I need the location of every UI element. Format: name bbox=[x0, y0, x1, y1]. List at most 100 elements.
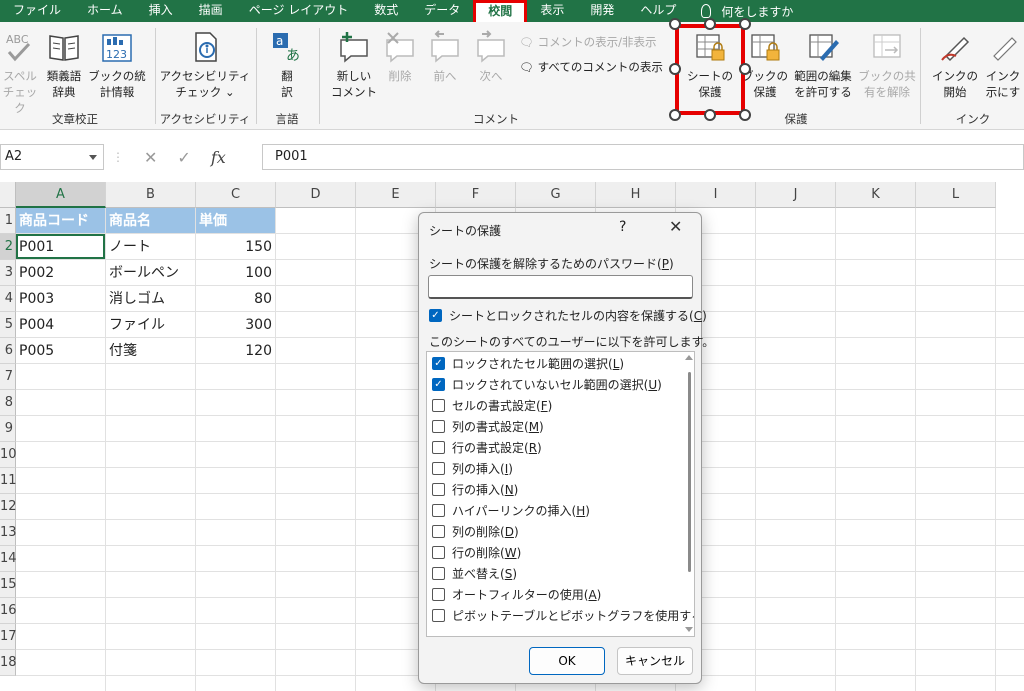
scroll-down-icon[interactable] bbox=[685, 627, 693, 632]
permission-checkbox[interactable]: オートフィルターの使用(A) bbox=[432, 586, 601, 603]
permission-checkbox[interactable]: 列の書式設定(M) bbox=[432, 418, 544, 435]
select-all-corner[interactable] bbox=[0, 182, 16, 208]
row-header[interactable]: 10 bbox=[0, 442, 17, 468]
table-header-cell[interactable]: 単価 bbox=[196, 208, 275, 233]
table-cell[interactable]: 80 bbox=[196, 286, 275, 311]
hide-ink-button[interactable]: インク 示にす bbox=[982, 30, 1024, 100]
protect-sheet-button[interactable]: シートの 保護 bbox=[678, 30, 742, 100]
table-header-cell[interactable]: 商品名 bbox=[106, 208, 195, 233]
permission-checkbox[interactable]: 行の削除(W) bbox=[432, 544, 521, 561]
protect-contents-checkbox[interactable]: ✓ シートとロックされたセルの内容を保護する(C) bbox=[429, 307, 707, 324]
tab-data[interactable]: データ bbox=[411, 0, 473, 22]
table-cell[interactable]: 付箋 bbox=[106, 338, 195, 363]
start-inking-button[interactable]: インクの 開始 bbox=[930, 30, 980, 100]
close-icon[interactable]: ✕ bbox=[669, 217, 682, 236]
tab-file[interactable]: ファイル bbox=[0, 0, 74, 22]
table-cell[interactable]: 120 bbox=[196, 338, 275, 363]
name-box[interactable]: A2 bbox=[0, 144, 104, 170]
row-header[interactable]: 4 bbox=[0, 286, 16, 312]
cancel-icon[interactable]: ✕ bbox=[144, 148, 157, 167]
column-header[interactable]: I bbox=[676, 182, 756, 208]
permission-checkbox[interactable]: ピボットテーブルとピボットグラフを使用する bbox=[432, 607, 694, 624]
cancel-button[interactable]: キャンセル bbox=[617, 647, 693, 675]
permission-checkbox[interactable]: 列の削除(D) bbox=[432, 523, 519, 540]
row-header[interactable]: 11 bbox=[0, 468, 17, 494]
next-comment-button[interactable]: 次へ bbox=[469, 30, 513, 84]
column-header[interactable]: J bbox=[756, 182, 836, 208]
tab-page-layout[interactable]: ページ レイアウト bbox=[236, 0, 362, 22]
chevron-down-icon[interactable] bbox=[89, 155, 97, 160]
thesaurus-button[interactable]: 類義語 辞典 bbox=[40, 30, 88, 100]
row-header[interactable]: 12 bbox=[0, 494, 17, 520]
column-header[interactable]: D bbox=[276, 182, 356, 208]
permission-checkbox[interactable]: ハイパーリンクの挿入(H) bbox=[432, 502, 590, 519]
enter-icon[interactable]: ✓ bbox=[177, 148, 190, 167]
tell-me-search[interactable]: 何をしますか bbox=[701, 3, 793, 20]
tab-review[interactable]: 校閲 bbox=[473, 0, 528, 22]
table-cell[interactable]: P005 bbox=[16, 338, 105, 363]
row-header[interactable]: 9 bbox=[0, 416, 16, 442]
permission-checkbox[interactable]: 列の挿入(I) bbox=[432, 460, 513, 477]
row-header[interactable]: 13 bbox=[0, 520, 17, 546]
password-input[interactable] bbox=[428, 275, 693, 299]
permission-checkbox[interactable]: 行の書式設定(R) bbox=[432, 439, 542, 456]
column-header[interactable]: L bbox=[916, 182, 996, 208]
permission-checkbox[interactable]: セルの書式設定(F) bbox=[432, 397, 552, 414]
new-comment-button[interactable]: 新しい コメント bbox=[329, 30, 379, 100]
table-cell[interactable]: ノート bbox=[106, 234, 195, 259]
tab-insert[interactable]: 挿入 bbox=[136, 0, 186, 22]
table-cell[interactable]: ファイル bbox=[106, 312, 195, 337]
column-header[interactable]: B bbox=[106, 182, 196, 208]
column-header[interactable]: A bbox=[16, 182, 106, 208]
row-header[interactable]: 18 bbox=[0, 650, 17, 676]
row-header[interactable]: 2 bbox=[0, 234, 16, 260]
formula-input[interactable]: P001 bbox=[262, 144, 1024, 170]
row-header[interactable]: 15 bbox=[0, 572, 17, 598]
translate-button[interactable]: aあ 翻 訳 bbox=[262, 30, 312, 100]
row-header[interactable]: 17 bbox=[0, 624, 17, 650]
permission-checkbox[interactable]: 並べ替え(S) bbox=[432, 565, 517, 582]
row-header[interactable]: 5 bbox=[0, 312, 16, 338]
tab-home[interactable]: ホーム bbox=[74, 0, 136, 22]
accessibility-check-button[interactable]: アクセシビリティ チェック ⌄ bbox=[157, 30, 253, 100]
table-cell[interactable]: 消しゴム bbox=[106, 286, 195, 311]
column-header[interactable]: C bbox=[196, 182, 276, 208]
help-icon[interactable]: ? bbox=[619, 219, 626, 235]
allow-edit-ranges-button[interactable]: 範囲の編集 を許可する bbox=[788, 30, 858, 100]
row-header[interactable]: 8 bbox=[0, 390, 16, 416]
permission-checkbox[interactable]: ✓ ロックされたセル範囲の選択(L) bbox=[432, 355, 624, 372]
tab-formulas[interactable]: 数式 bbox=[361, 0, 411, 22]
column-header[interactable]: K bbox=[836, 182, 916, 208]
table-cell[interactable]: 100 bbox=[196, 260, 275, 285]
row-header[interactable]: 6 bbox=[0, 338, 16, 364]
table-cell[interactable]: ボールペン bbox=[106, 260, 195, 285]
permission-checkbox[interactable]: ✓ ロックされていないセル範囲の選択(U) bbox=[432, 376, 662, 393]
table-cell[interactable]: P002 bbox=[16, 260, 105, 285]
show-all-comments-button[interactable]: 🗨 すべてのコメントの表示 bbox=[519, 59, 663, 75]
column-header[interactable]: F bbox=[436, 182, 516, 208]
scrollbar-thumb[interactable] bbox=[688, 372, 691, 572]
permissions-list[interactable]: ✓ ロックされたセル範囲の選択(L) ✓ ロックされていないセル範囲の選択(U) セルの… bbox=[426, 351, 695, 637]
table-cell[interactable]: P004 bbox=[16, 312, 105, 337]
column-header[interactable]: E bbox=[356, 182, 436, 208]
insert-function-icon[interactable]: fx bbox=[211, 148, 226, 167]
row-header[interactable]: 3 bbox=[0, 260, 16, 286]
row-header[interactable]: 1 bbox=[0, 208, 16, 234]
table-header-cell[interactable]: 商品コード bbox=[16, 208, 105, 233]
column-header[interactable]: G bbox=[516, 182, 596, 208]
column-header[interactable]: H bbox=[596, 182, 676, 208]
tab-help[interactable]: ヘルプ bbox=[627, 0, 689, 22]
ok-button[interactable]: OK bbox=[529, 647, 605, 675]
table-cell[interactable]: P003 bbox=[16, 286, 105, 311]
workbook-stats-button[interactable]: 123 ブックの統 計情報 bbox=[88, 30, 146, 100]
tab-draw[interactable]: 描画 bbox=[186, 0, 236, 22]
scroll-up-icon[interactable] bbox=[685, 355, 693, 360]
show-hide-comment-button[interactable]: 🗨 コメントの表示/非表示 bbox=[519, 34, 656, 50]
permission-checkbox[interactable]: 行の挿入(N) bbox=[432, 481, 518, 498]
row-header[interactable]: 7 bbox=[0, 364, 16, 390]
delete-comment-button[interactable]: 削除 bbox=[379, 30, 421, 84]
row-header[interactable]: 14 bbox=[0, 546, 17, 572]
tab-developer[interactable]: 開発 bbox=[577, 0, 627, 22]
previous-comment-button[interactable]: 前へ bbox=[423, 30, 467, 84]
table-cell[interactable]: 150 bbox=[196, 234, 275, 259]
